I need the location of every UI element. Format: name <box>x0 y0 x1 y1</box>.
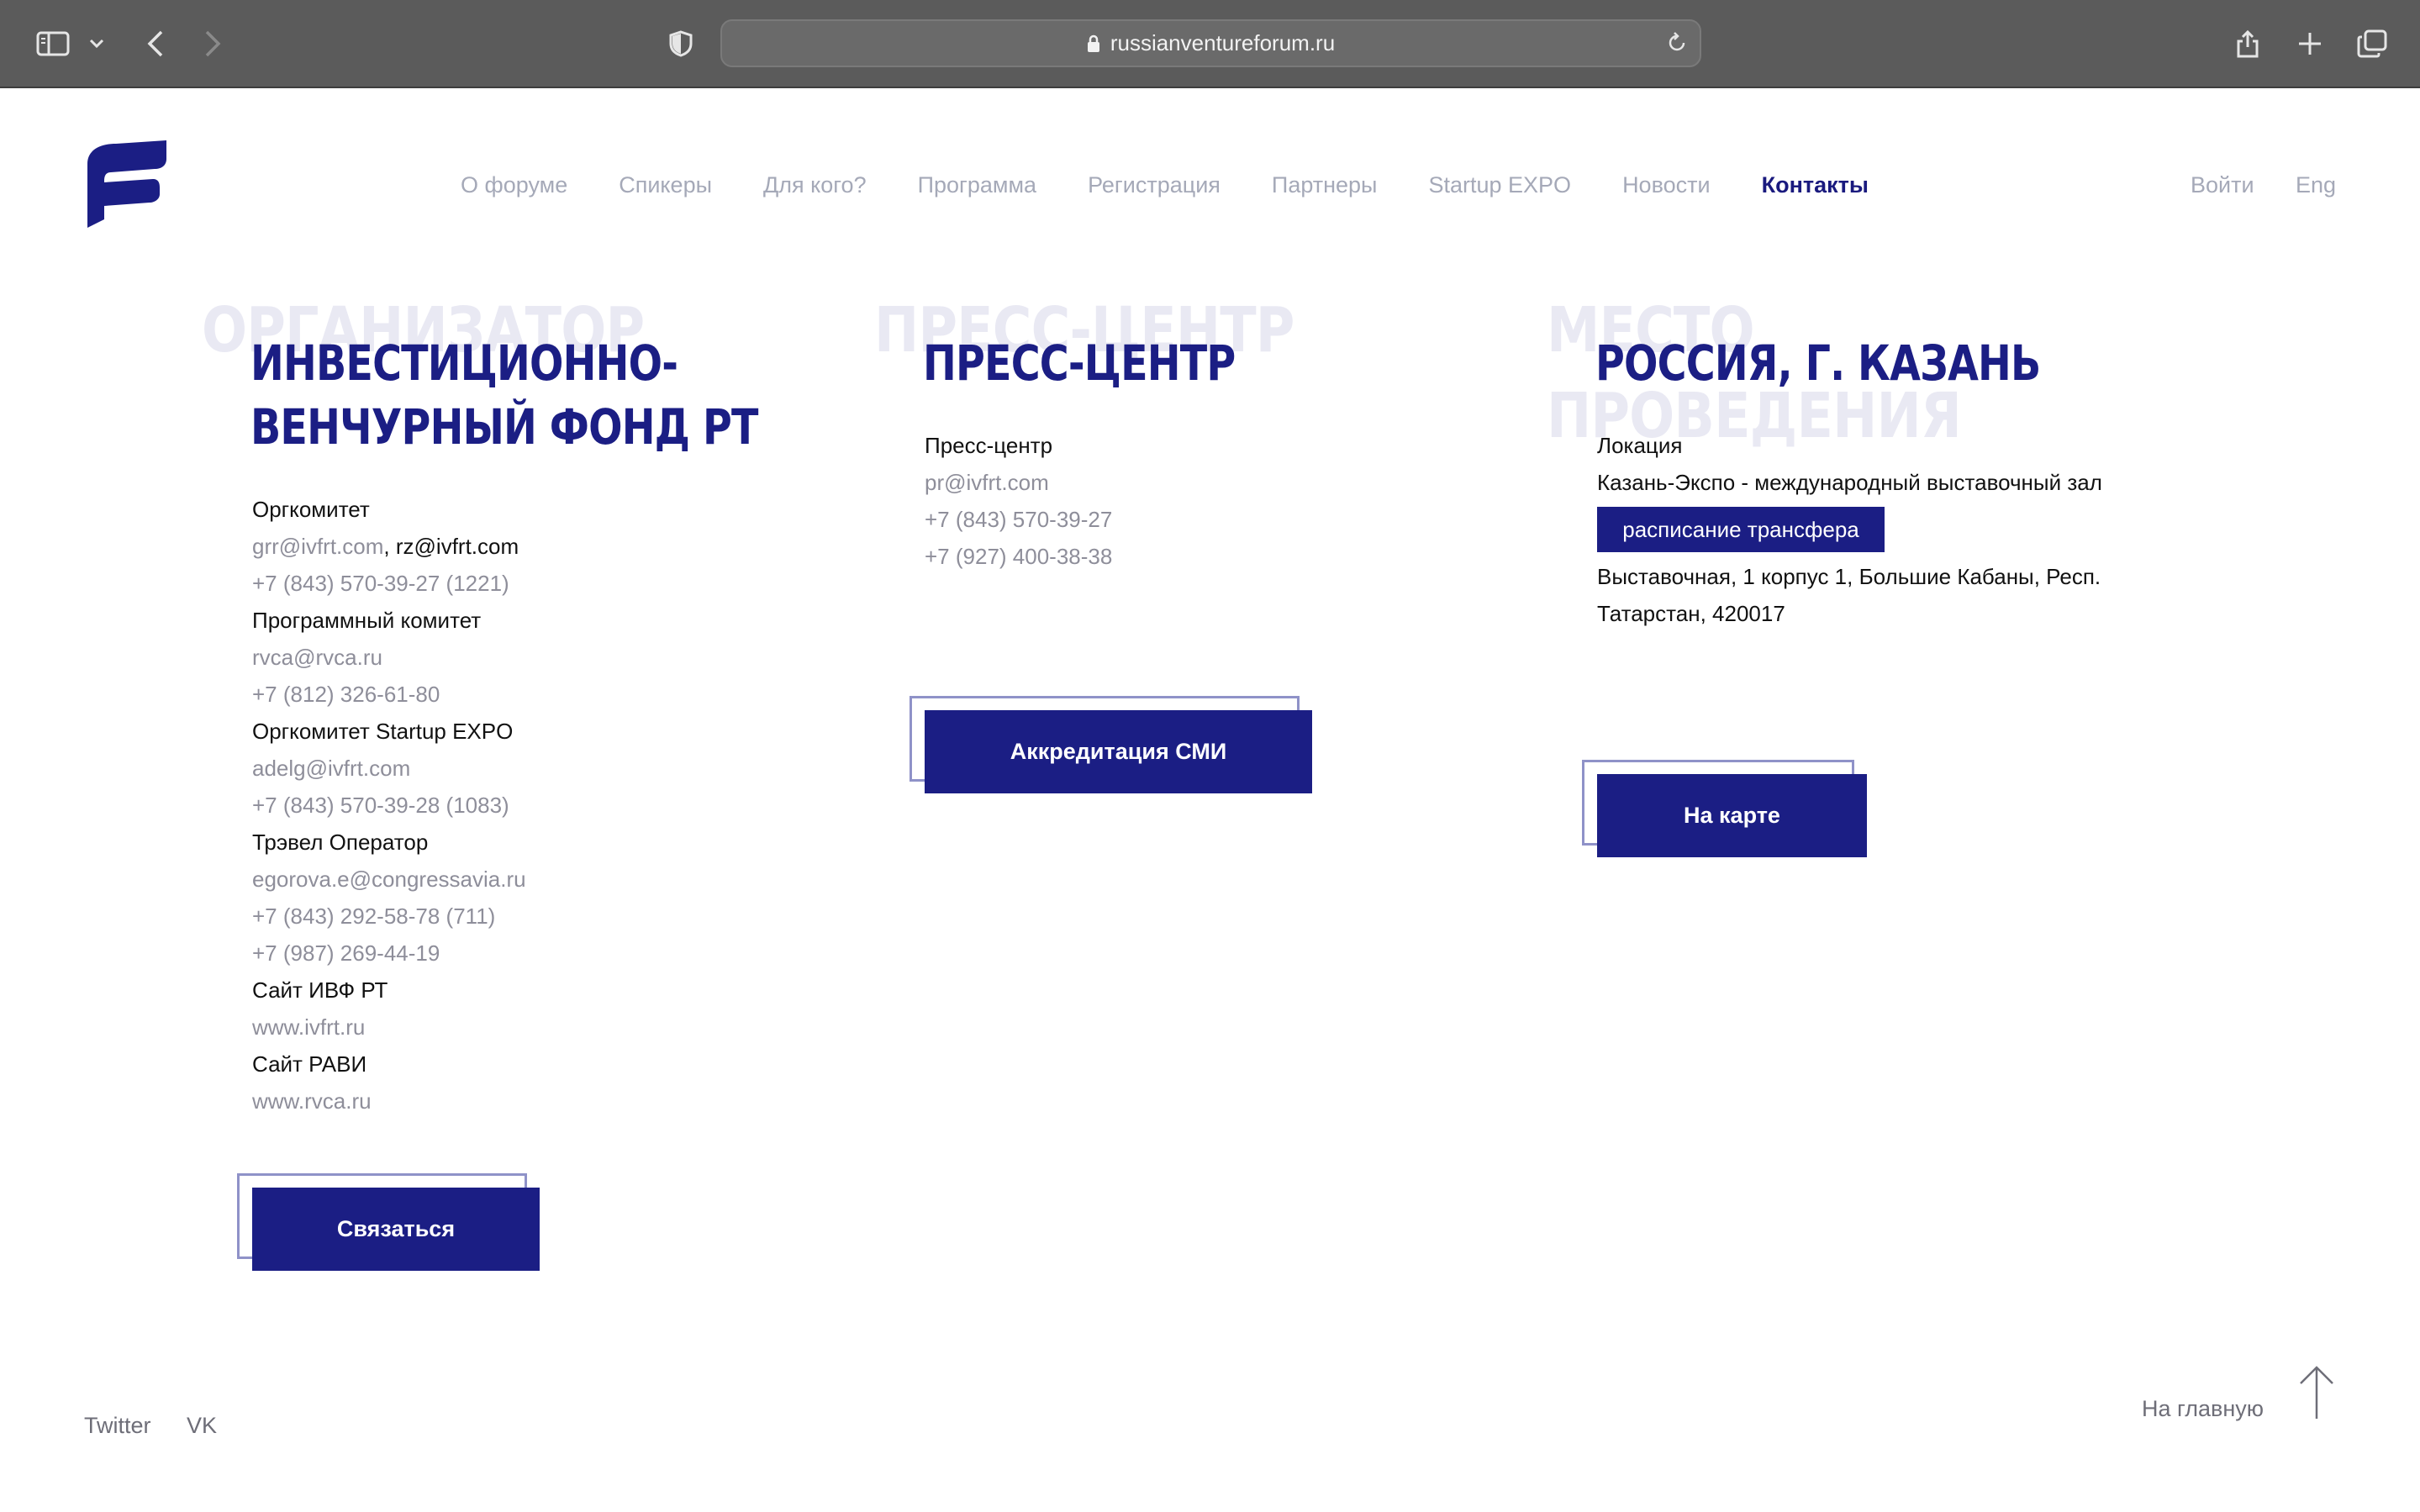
tabs-icon[interactable] <box>2354 18 2391 69</box>
location-label: Локация <box>1597 433 1683 458</box>
orgcom-email-separator: , <box>383 534 396 559</box>
program-committee-phone[interactable]: +7 (812) 326-61-80 <box>252 676 526 713</box>
nav-item-speakers[interactable]: Спикеры <box>619 172 712 198</box>
transfer-schedule-button[interactable]: расписание трансфера <box>1597 507 1885 552</box>
orgcom-email-1[interactable]: grr@ivfrt.com <box>252 534 383 559</box>
nav-item-about[interactable]: О форуме <box>461 172 567 198</box>
program-committee-label: Программный комитет <box>252 608 482 633</box>
press-phone-2[interactable]: +7 (927) 400-38-38 <box>925 538 1112 575</box>
language-switch[interactable]: Eng <box>2296 172 2336 198</box>
share-icon[interactable] <box>2231 18 2264 69</box>
address-bar[interactable]: russianventureforum.ru <box>720 19 1701 67</box>
main-nav: О форуме Спикеры Для кого? Программа Рег… <box>461 172 1920 198</box>
ravi-site-label: Сайт РАВИ <box>252 1051 367 1077</box>
organizer-title-line1: ИНВЕСТИЦИОННО- <box>250 335 678 392</box>
contact-button-group: Связаться <box>237 1173 540 1271</box>
accreditation-button[interactable]: Аккредитация СМИ <box>925 710 1312 793</box>
travel-operator-phone-2[interactable]: +7 (987) 269-44-19 <box>252 935 526 972</box>
program-committee-email[interactable]: rvca@rvca.ru <box>252 639 526 676</box>
shield-icon[interactable] <box>666 18 696 69</box>
contact-button[interactable]: Связаться <box>252 1188 540 1271</box>
arrow-up-icon[interactable] <box>2298 1365 2335 1425</box>
forum-logo[interactable] <box>82 140 170 228</box>
address-line-1: Выставочная, 1 корпус 1, Большие Кабаны,… <box>1597 564 2101 589</box>
organizer-contacts: Оргкомитет grr@ivfrt.com, rz@ivfrt.com +… <box>252 491 526 1120</box>
address-line-2: Татарстан, 420017 <box>1597 601 1785 626</box>
travel-operator-email[interactable]: egorova.e@congressavia.ru <box>252 861 526 898</box>
back-icon[interactable] <box>139 18 172 69</box>
press-email[interactable]: pr@ivfrt.com <box>925 464 1112 501</box>
nav-item-news[interactable]: Новости <box>1622 172 1711 198</box>
nav-item-partners[interactable]: Партнеры <box>1272 172 1378 198</box>
browser-toolbar: russianventureforum.ru <box>0 0 2420 88</box>
organizer-title-line2: ВЕНЧУРНЫЙ ФОНД РТ <box>250 398 758 456</box>
url-text: russianventureforum.ru <box>1110 30 1336 55</box>
orgcom-phone[interactable]: +7 (843) 570-39-27 (1221) <box>252 565 526 602</box>
twitter-link[interactable]: Twitter <box>84 1413 151 1439</box>
nav-item-contacts[interactable]: Контакты <box>1762 172 1869 198</box>
map-button[interactable]: На карте <box>1597 774 1867 857</box>
reload-icon[interactable] <box>1666 31 1688 55</box>
nav-item-registration[interactable]: Регистрация <box>1088 172 1221 198</box>
travel-operator-phone-1[interactable]: +7 (843) 292-58-78 (711) <box>252 898 526 935</box>
expo-committee-phone[interactable]: +7 (843) 570-39-28 (1083) <box>252 787 526 824</box>
venue-title: РОССИЯ, Г. КАЗАНЬ <box>1595 335 2041 392</box>
orgcom-email-2[interactable]: rz@ivfrt.com <box>396 534 519 559</box>
venue-location: Локация Казань-Экспо - международный выс… <box>1597 427 2102 501</box>
nav-item-audience[interactable]: Для кого? <box>763 172 867 198</box>
sidebar-icon[interactable] <box>32 18 74 69</box>
ravi-site-link[interactable]: www.rvca.ru <box>252 1083 526 1120</box>
expo-committee-email[interactable]: adelg@ivfrt.com <box>252 750 526 787</box>
home-link[interactable]: На главную <box>2142 1396 2264 1422</box>
ivf-site-label: Сайт ИВФ РТ <box>252 977 388 1003</box>
forward-icon[interactable] <box>196 18 229 69</box>
venue-address: Выставочная, 1 корпус 1, Большие Кабаны,… <box>1597 558 2101 632</box>
travel-operator-label: Трэвел Оператор <box>252 830 429 855</box>
press-label: Пресс-центр <box>925 433 1053 458</box>
press-contacts: Пресс-центр pr@ivfrt.com +7 (843) 570-39… <box>925 427 1112 575</box>
chevron-down-icon[interactable] <box>84 18 109 69</box>
orgcom-label: Оргкомитет <box>252 497 370 522</box>
accreditation-button-group: Аккредитация СМИ <box>909 696 1312 793</box>
vk-link[interactable]: VK <box>187 1413 217 1439</box>
map-button-group: На карте <box>1582 760 1867 857</box>
location-name: Казань-Экспо - международный выставочный… <box>1597 470 2102 495</box>
nav-item-program[interactable]: Программа <box>918 172 1036 198</box>
press-title: ПРЕСС-ЦЕНТР <box>923 335 1236 392</box>
nav-item-startup-expo[interactable]: Startup EXPO <box>1428 172 1571 198</box>
plus-icon[interactable] <box>2293 18 2327 69</box>
expo-committee-label: Оргкомитет Startup EXPO <box>252 719 514 744</box>
lock-icon <box>1087 34 1100 53</box>
press-phone-1[interactable]: +7 (843) 570-39-27 <box>925 501 1112 538</box>
login-link[interactable]: Войти <box>2191 172 2254 198</box>
ivf-site-link[interactable]: www.ivfrt.ru <box>252 1009 526 1046</box>
